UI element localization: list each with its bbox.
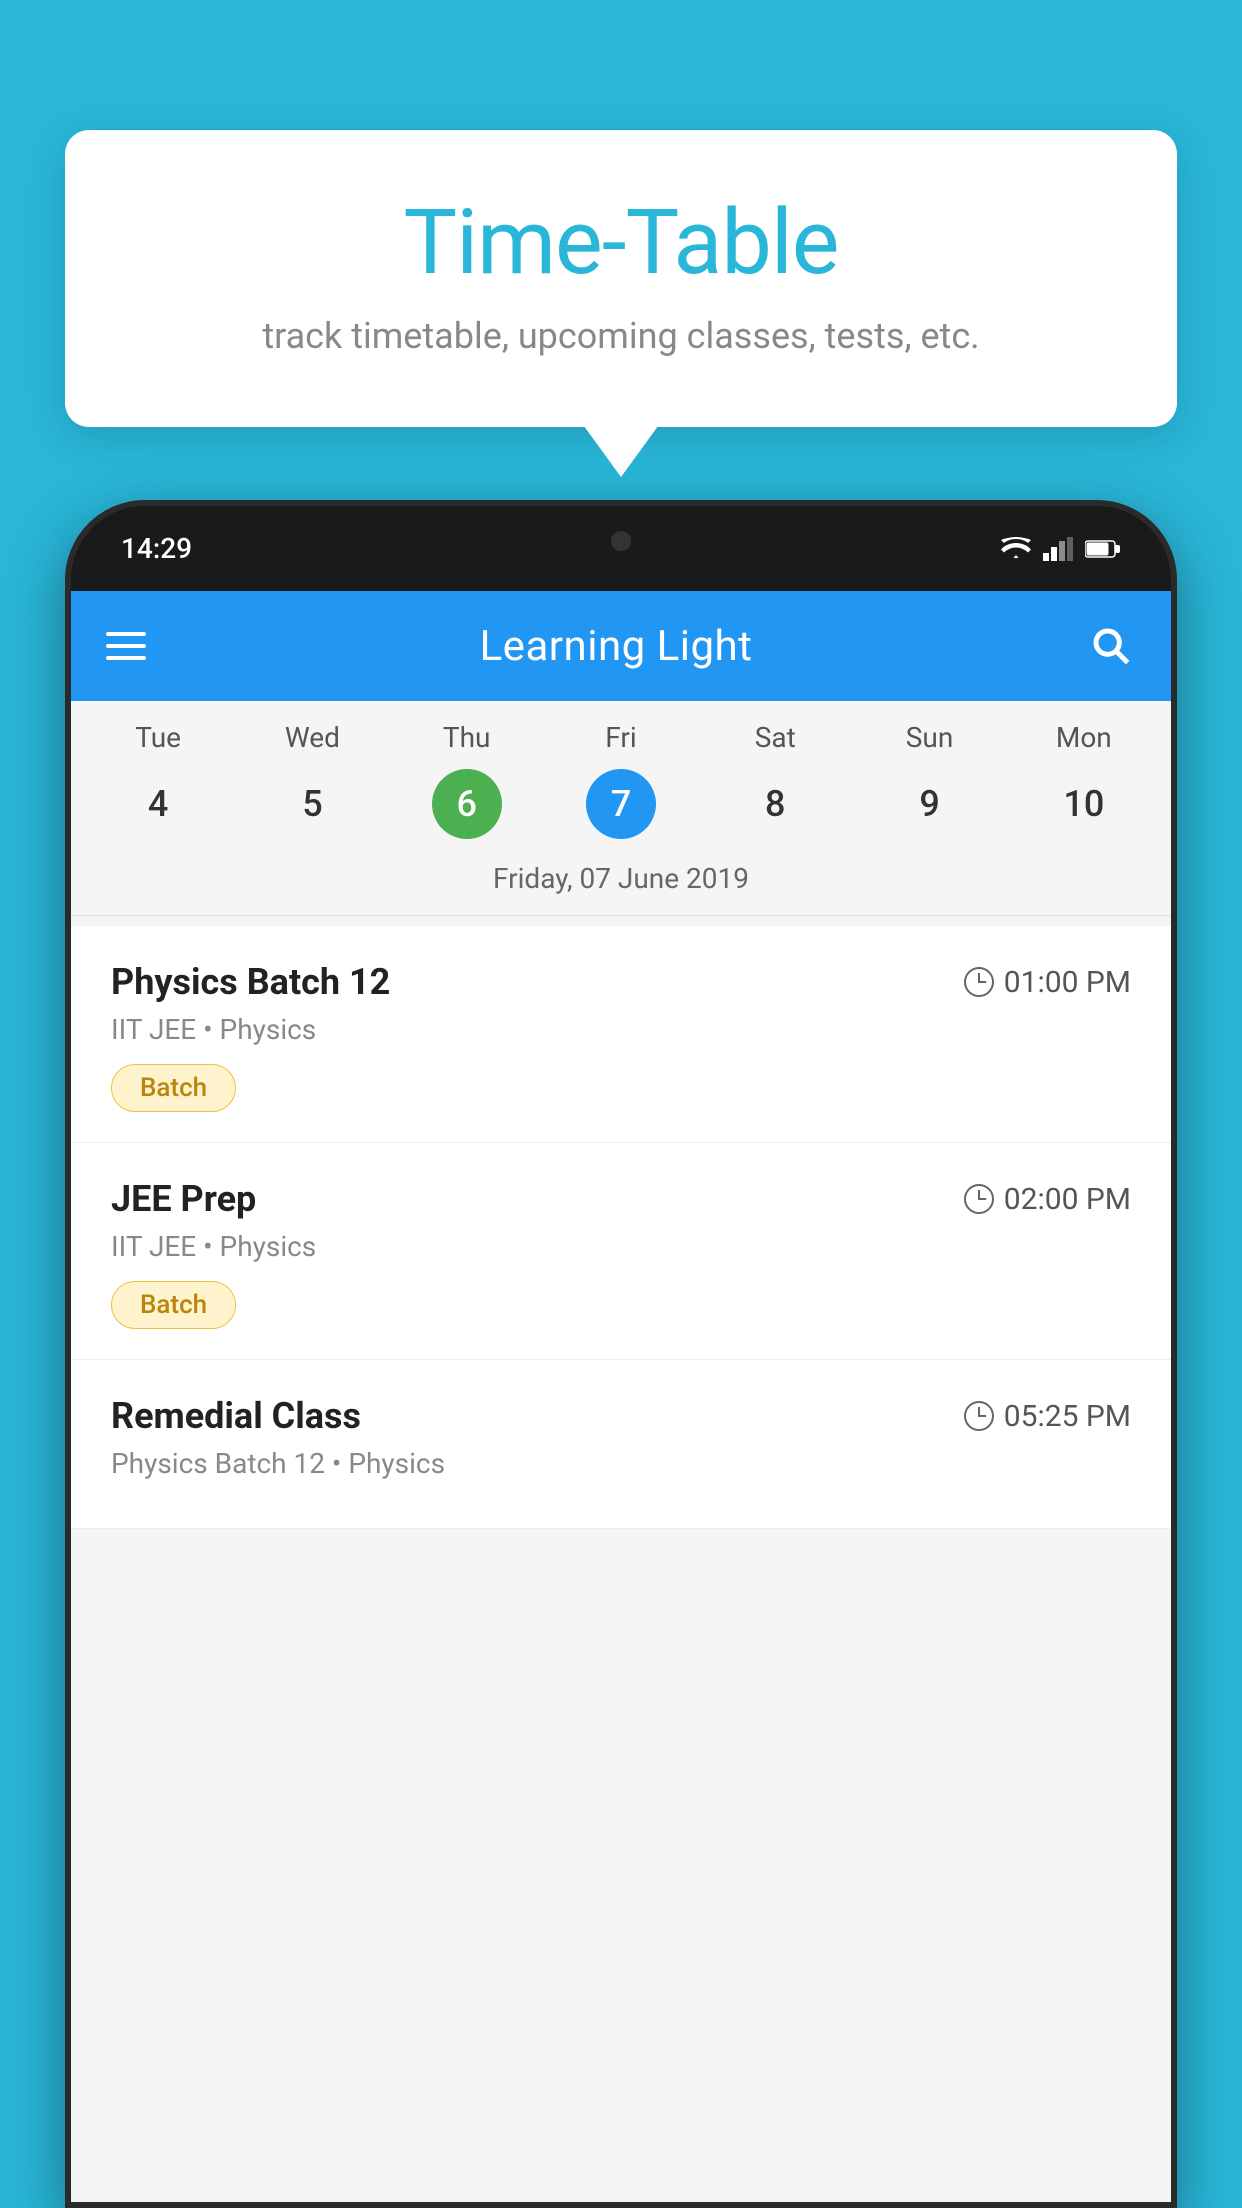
signal-icon xyxy=(1043,537,1073,561)
clock-icon xyxy=(964,1401,994,1431)
clock-icon xyxy=(964,1184,994,1214)
search-button[interactable] xyxy=(1086,621,1136,671)
day-name: Wed xyxy=(285,721,340,754)
day-number[interactable]: 9 xyxy=(895,769,965,839)
day-name: Fri xyxy=(605,721,636,754)
clock-icon xyxy=(964,967,994,997)
class-meta: IIT JEE • Physics xyxy=(111,1230,1131,1263)
days-row: Tue 4 Wed 5 Thu 6 Fri 7 Sat 8 Sun 9 Mon 10 xyxy=(71,721,1171,839)
class-item[interactable]: Physics Batch 12 01:00 PM IIT JEE • Physic… xyxy=(71,926,1171,1143)
class-meta: Physics Batch 12 • Physics xyxy=(111,1447,1131,1480)
class-item[interactable]: Remedial Class 05:25 PM Physics Batch 12 •… xyxy=(71,1360,1171,1529)
class-meta: IIT JEE • Physics xyxy=(111,1013,1131,1046)
batch-badge: Batch xyxy=(111,1281,236,1329)
search-icon xyxy=(1091,626,1131,666)
day-name: Tue xyxy=(135,721,181,754)
day-number[interactable]: 10 xyxy=(1049,769,1119,839)
batch-badge: Batch xyxy=(111,1064,236,1112)
phone-mockup: 14:29 xyxy=(65,500,1177,2208)
day-col-7[interactable]: Fri 7 xyxy=(556,721,686,839)
day-number[interactable]: 4 xyxy=(123,769,193,839)
camera xyxy=(611,531,631,551)
day-name: Thu xyxy=(443,721,491,754)
class-time-text: 05:25 PM xyxy=(1004,1399,1131,1434)
day-col-5[interactable]: Wed 5 xyxy=(247,721,377,839)
day-number[interactable]: 8 xyxy=(740,769,810,839)
class-name: Physics Batch 12 xyxy=(111,961,390,1003)
class-list: Physics Batch 12 01:00 PM IIT JEE • Physic… xyxy=(71,926,1171,1529)
day-number[interactable]: 7 xyxy=(586,769,656,839)
wifi-icon xyxy=(1001,537,1031,561)
battery-icon xyxy=(1085,539,1121,559)
day-col-8[interactable]: Sat 8 xyxy=(710,721,840,839)
day-col-10[interactable]: Mon 10 xyxy=(1019,721,1149,839)
tooltip-title: Time-Table xyxy=(115,190,1127,295)
class-name: Remedial Class xyxy=(111,1395,361,1437)
class-name: JEE Prep xyxy=(111,1178,256,1220)
phone-content: Tue 4 Wed 5 Thu 6 Fri 7 Sat 8 Sun 9 Mon 10 Friday, 07… xyxy=(71,701,1171,2202)
day-name: Mon xyxy=(1056,721,1112,754)
app-bar: Learning Light xyxy=(71,591,1171,701)
calendar-strip: Tue 4 Wed 5 Thu 6 Fri 7 Sat 8 Sun 9 Mon 10 Friday, 07… xyxy=(71,701,1171,926)
class-item[interactable]: JEE Prep 02:00 PM IIT JEE • Physics Batch xyxy=(71,1143,1171,1360)
day-number[interactable]: 5 xyxy=(277,769,347,839)
day-col-9[interactable]: Sun 9 xyxy=(865,721,995,839)
class-time-text: 01:00 PM xyxy=(1004,965,1131,1000)
selected-date-label: Friday, 07 June 2019 xyxy=(71,854,1171,916)
tooltip-card: Time-Table track timetable, upcoming cla… xyxy=(65,130,1177,427)
tooltip-subtitle: track timetable, upcoming classes, tests… xyxy=(115,315,1127,357)
day-col-4[interactable]: Tue 4 xyxy=(93,721,223,839)
phone-notch xyxy=(561,506,681,566)
hamburger-menu-button[interactable] xyxy=(106,632,146,660)
day-name: Sun xyxy=(906,721,954,754)
status-icons xyxy=(1001,537,1121,561)
class-time-text: 02:00 PM xyxy=(1004,1182,1131,1217)
day-name: Sat xyxy=(755,721,796,754)
day-col-6[interactable]: Thu 6 xyxy=(402,721,532,839)
day-number[interactable]: 6 xyxy=(432,769,502,839)
status-bar: 14:29 xyxy=(71,506,1171,591)
app-title: Learning Light xyxy=(176,622,1056,671)
status-time: 14:29 xyxy=(121,532,192,565)
